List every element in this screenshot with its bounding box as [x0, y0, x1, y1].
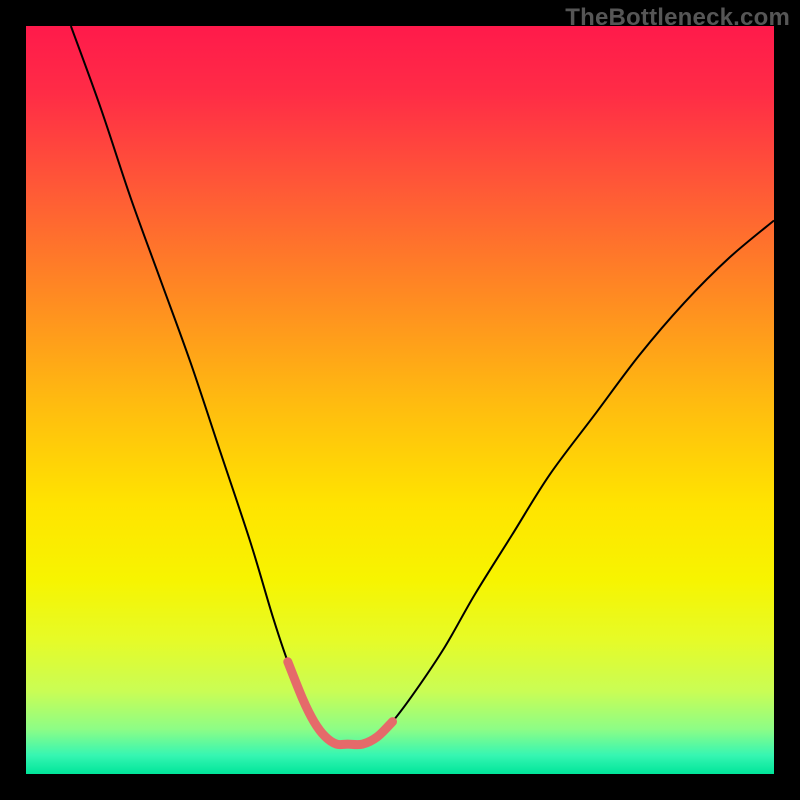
plot-background — [26, 26, 774, 774]
chart-stage: TheBottleneck.com — [0, 0, 800, 800]
bottleneck-chart — [26, 26, 774, 774]
